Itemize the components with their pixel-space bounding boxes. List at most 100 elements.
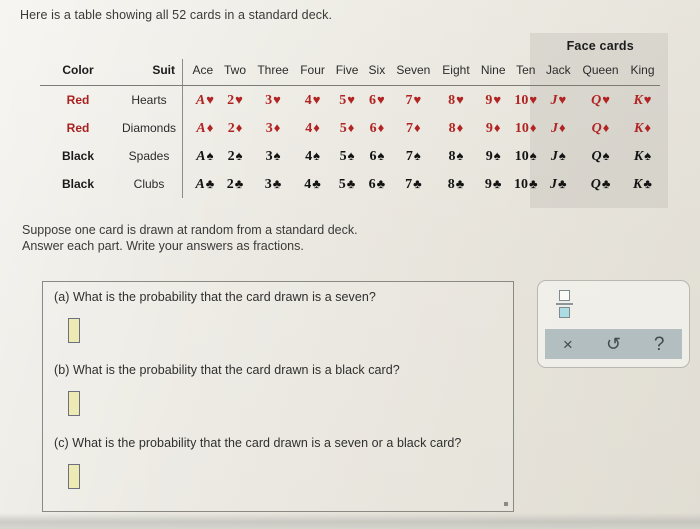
card-suit-pip-icon: ♥ [558,91,567,107]
card-rank: 8 [448,120,456,136]
card-rank: K [633,92,643,108]
card-suit-pip-icon: ♥ [493,91,502,107]
cell-card: 8♣ [437,170,476,198]
card-rank: 6 [369,120,377,136]
cell-card: A♣ [181,170,219,198]
cell-card: Q♦ [576,114,625,142]
card-suit-pip-icon: ♦ [644,119,651,135]
question-a-label: (a) What is the probability that the car… [54,290,376,304]
fraction-template-icon[interactable] [556,290,573,322]
cell-card: 10♣ [511,170,540,198]
deck-table-body: Red Hearts A♥ 2♥ 3♥ 4♥ 5♥ 6♥ 7♥ 8♥ 9♥ 10♥ J♥ Q♥ K♥ Red D… [40,85,660,198]
card-rank: K [633,148,644,164]
group-spacer-suit [116,33,183,59]
cell-card: J♥ [540,86,576,115]
cell-card: 6♠ [364,142,390,170]
cell-card: 8♦ [437,114,476,142]
cell-card: 7♠ [390,142,437,170]
cell-card: 9♥ [475,86,511,115]
card-suit-pip-icon: ♠ [206,147,214,163]
card-rank: Q [591,148,602,164]
cell-card: 10♦ [511,114,540,142]
toolbar-button-bar: × ↺ ? [545,329,682,359]
math-toolbar: × ↺ ? [537,280,690,368]
cell-suit: Clubs [133,177,165,191]
group-spacer-color [40,33,116,59]
table-group-header-row: Face cards [40,33,660,59]
card-suit-pip-icon: ♦ [206,119,214,135]
cell-card: 2♥ [219,86,252,115]
help-icon[interactable]: ? [642,335,676,354]
header-rank-eight: Eight [442,63,470,77]
cell-suit: Spades [128,149,170,163]
card-suit-pip-icon: ♠ [347,147,355,163]
cell-card: 6♣ [364,170,390,198]
card-suit-pip-icon: ♦ [273,119,281,135]
card-suit-pip-icon: ♠ [413,147,421,163]
question-b-label: (b) What is the probability that the car… [54,363,400,377]
deck-table-container: Face cards Color Suit Ace Two Three Four… [40,33,668,208]
cell-color: Red [66,93,90,107]
fraction-numerator-slot[interactable] [559,290,570,301]
answer-input-a[interactable] [68,318,80,343]
header-rank-king: King [630,63,655,77]
table-header-row: Color Suit Ace Two Three Four Five Six S… [40,59,660,85]
card-rank: J [550,176,558,192]
prompt-line-1: Suppose one card is drawn at random from… [22,223,358,237]
card-suit-pip-icon: ♠ [602,147,610,163]
card-suit-pip-icon: ♠ [235,147,243,163]
card-suit-pip-icon: ♥ [377,91,385,107]
cell-card: J♦ [540,114,576,142]
clear-icon[interactable]: × [551,336,585,353]
cell-card: 3♣ [251,170,294,198]
fraction-denominator-slot[interactable] [559,307,570,318]
card-suit-pip-icon: ♣ [234,175,244,191]
header-rank-four: Four [300,63,325,77]
cell-color: Red [66,121,90,135]
cell-card: 5♣ [330,170,363,198]
card-rank: Q [591,120,602,136]
card-suit-pip-icon: ♣ [601,175,611,191]
card-rank: 5 [338,176,346,192]
cell-card: 4♦ [295,114,331,142]
cell-card: J♠ [540,142,576,170]
prompt-text: Suppose one card is drawn at random from… [22,222,358,254]
cell-card: 7♥ [390,86,437,115]
card-rank: 9 [485,120,493,136]
card-suit-pip-icon: ♣ [528,175,538,191]
cell-card: J♣ [540,170,576,198]
card-rank: 9 [485,148,493,164]
card-rank: A [195,92,206,108]
resize-handle[interactable] [504,502,508,506]
card-suit-pip-icon: ♥ [602,91,610,107]
card-rank: K [634,120,644,136]
cell-card: 10♥ [511,86,540,115]
cell-card: 4♣ [295,170,331,198]
card-suit-pip-icon: ♦ [347,119,355,135]
cell-card: Q♠ [576,142,625,170]
cell-card: A♠ [181,142,219,170]
card-rank: 10 [514,92,529,108]
card-suit-pip-icon: ♣ [205,175,215,191]
header-rank-queen: Queen [582,63,619,77]
card-suit-pip-icon: ♦ [529,119,537,135]
answer-input-b[interactable] [68,391,80,416]
question-c-label: (c) What is the probability that the car… [54,436,462,450]
card-rank: A [196,120,206,136]
cell-card: 3♦ [251,114,294,142]
card-suit-pip-icon: ♥ [312,91,321,107]
question-b: (b) What is the probability that the car… [54,363,400,416]
card-rank: 7 [405,176,413,192]
header-rank-five: Five [335,63,359,77]
cell-card: K♣ [625,170,660,198]
cell-card: K♠ [625,142,660,170]
card-suit-pip-icon: ♠ [377,147,385,163]
header-rank-seven: Seven [396,63,431,77]
card-rank: A [195,176,205,192]
answer-input-c[interactable] [68,464,80,489]
cell-card: 5♥ [330,86,363,115]
card-suit-pip-icon: ♦ [235,119,243,135]
card-suit-pip-icon: ♣ [376,175,386,191]
undo-icon[interactable]: ↺ [596,335,630,353]
question-c: (c) What is the probability that the car… [54,436,461,489]
